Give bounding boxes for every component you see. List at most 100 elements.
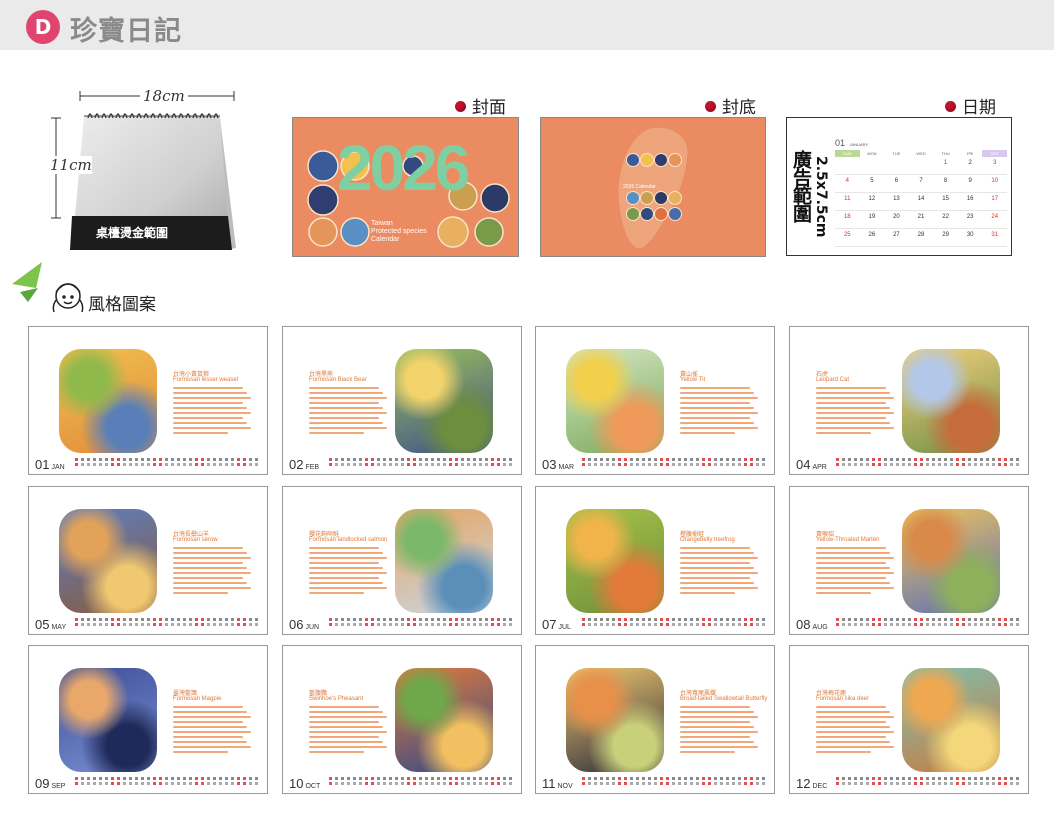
day-tick	[141, 782, 144, 785]
description-line	[816, 547, 886, 549]
day-tick	[594, 782, 597, 785]
description-line	[816, 387, 886, 389]
species-name-en: Formosan serow	[173, 537, 218, 543]
weekday-tick	[962, 458, 965, 461]
weekday-tick	[395, 618, 398, 621]
month-number-text: 01	[35, 457, 50, 472]
day-tick	[678, 782, 681, 785]
description-line	[309, 417, 379, 419]
weekday-tick	[389, 618, 392, 621]
bullet-dot-icon	[945, 101, 956, 112]
weekday-tick	[848, 458, 851, 461]
species-description	[816, 706, 894, 756]
calendar-day: 27	[893, 232, 900, 238]
weekday-tick	[992, 777, 995, 780]
day-tick	[207, 623, 210, 626]
species-name-en: Broad-tailed Swallowtail Butterfly	[680, 696, 768, 702]
weekday-tick	[75, 777, 78, 780]
day-tick	[123, 623, 126, 626]
day-tick	[359, 463, 362, 466]
weekday-tick	[473, 777, 476, 780]
weekday-tick	[201, 777, 204, 780]
weekday-tick	[630, 618, 633, 621]
weekday-tick	[189, 618, 192, 621]
weekday-tick	[437, 458, 440, 461]
month-number: 05 MAY	[35, 617, 66, 632]
weekday-tick	[401, 458, 404, 461]
weekday-tick	[353, 777, 356, 780]
weekday-tick	[854, 458, 857, 461]
description-line	[816, 397, 894, 399]
day-tick	[213, 463, 216, 466]
header-band: D 珍寶日記	[0, 0, 1054, 50]
weekday-tick	[842, 458, 845, 461]
weekday-tick	[249, 618, 252, 621]
day-tick	[618, 782, 621, 785]
day-tick	[407, 782, 410, 785]
date-layout-panel: 廣告範圍 2.5x7.5cm 01 JANUARY SUN MON TUE WED TH…	[786, 117, 1012, 256]
day-tick	[920, 782, 923, 785]
desk-calendar-illustration: 18cm 11cm 桌檯燙金範圍	[48, 80, 248, 260]
day-tick	[183, 782, 186, 785]
weekday-tick	[588, 458, 591, 461]
day-tick	[383, 782, 386, 785]
day-tick	[854, 623, 857, 626]
description-line	[173, 582, 247, 584]
weekday-tick	[1010, 777, 1013, 780]
day-tick	[183, 623, 186, 626]
animal-illustration	[566, 668, 664, 772]
day-tick	[642, 782, 645, 785]
weekday-tick	[908, 777, 911, 780]
species-description	[680, 547, 758, 597]
description-line	[680, 547, 750, 549]
weekday-tick	[854, 777, 857, 780]
weekday-tick	[896, 777, 899, 780]
description-line	[680, 731, 758, 733]
day-tick	[848, 463, 851, 466]
description-line	[680, 726, 754, 728]
day-tick	[81, 782, 84, 785]
weekday-tick	[225, 777, 228, 780]
calendar-day: 26	[868, 232, 876, 238]
day-tick	[117, 782, 120, 785]
day-tick	[81, 623, 84, 626]
day-tick	[714, 623, 717, 626]
weekday-tick	[335, 777, 338, 780]
weekday-tick	[431, 458, 434, 461]
weekday-tick	[183, 618, 186, 621]
weekday-tick	[998, 777, 1001, 780]
day-tick	[890, 782, 893, 785]
day-tick	[606, 623, 609, 626]
weekday-tick	[980, 777, 983, 780]
day-tick	[702, 782, 705, 785]
day-tick	[672, 623, 675, 626]
month-number: 11 NOV	[542, 776, 573, 791]
day-tick	[726, 463, 729, 466]
weekday-label: MON	[867, 151, 877, 156]
species-name-en: Formosan lesser weasel	[173, 377, 239, 383]
weekday-tick	[860, 618, 863, 621]
day-tick	[255, 623, 258, 626]
day-tick	[129, 463, 132, 466]
description-line	[309, 427, 387, 429]
weekday-tick	[968, 777, 971, 780]
month-abbr: JAN	[51, 464, 65, 471]
day-tick	[467, 463, 470, 466]
day-tick	[75, 463, 78, 466]
day-tick	[890, 623, 893, 626]
weekday-label: SAT	[982, 150, 1008, 157]
weekday-tick	[129, 458, 132, 461]
weekday-tick	[636, 777, 639, 780]
species-name-en: Yellow Tit	[680, 377, 706, 383]
weekday-tick	[642, 458, 645, 461]
day-tick	[99, 623, 102, 626]
day-tick	[866, 463, 869, 466]
day-tick	[431, 782, 434, 785]
day-tick	[383, 623, 386, 626]
weekday-tick	[93, 458, 96, 461]
weekday-tick	[123, 458, 126, 461]
day-tick	[353, 463, 356, 466]
weekday-tick	[383, 777, 386, 780]
weekday-tick	[654, 458, 657, 461]
day-tick	[219, 463, 222, 466]
